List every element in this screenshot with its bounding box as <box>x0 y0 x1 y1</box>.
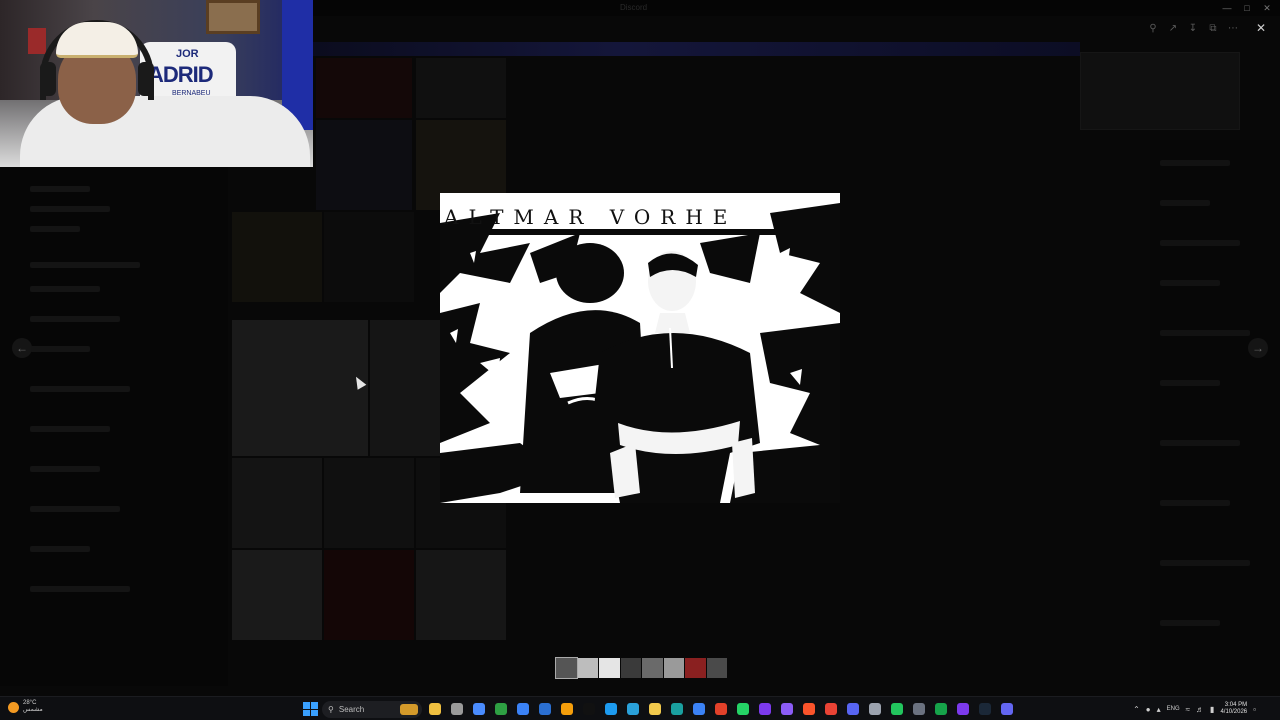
channel-sidebar <box>0 166 228 686</box>
clock-date: 4/10/2026 <box>1220 709 1248 715</box>
chevron-up-icon[interactable]: ⌃ <box>1133 705 1140 714</box>
code-icon[interactable] <box>910 700 928 718</box>
clock[interactable]: 3:04 PM 4/10/2026 <box>1220 702 1247 716</box>
chrome-icon[interactable] <box>822 700 840 718</box>
taskbar: 28°C مشمس ⚲ Search ⌃ ● ▴ ENG ≈ ♬ ▮ 3:04 … <box>0 696 1280 720</box>
tiktok-icon[interactable] <box>580 700 598 718</box>
vpn-icon[interactable] <box>998 700 1016 718</box>
chrome-orange-icon[interactable] <box>558 700 576 718</box>
window-close-icon[interactable]: ✕ <box>1260 2 1274 14</box>
arrow-left-icon: ← <box>16 341 28 355</box>
sheets-icon[interactable] <box>492 700 510 718</box>
thumbnail[interactable] <box>599 658 620 678</box>
copilot-icon[interactable] <box>470 700 488 718</box>
volume-icon[interactable]: ♬ <box>1196 705 1204 714</box>
open-external-icon[interactable]: ⧉ <box>1204 19 1222 37</box>
whatsapp-icon[interactable] <box>734 700 752 718</box>
thumbnail[interactable] <box>706 658 727 678</box>
notification-icon[interactable]: ▫ <box>1253 705 1256 714</box>
excel-icon[interactable] <box>932 700 950 718</box>
battery-icon[interactable]: ▮ <box>1210 705 1214 714</box>
clock-time: 3:04 PM <box>1224 702 1248 708</box>
folder-icon[interactable] <box>646 700 664 718</box>
window-controls: — □ ✕ <box>1220 2 1274 14</box>
download-icon[interactable]: ↧ <box>1184 19 1202 37</box>
viewer-toolbar: ⚲ ↗ ↧ ⧉ ⋯ ✕ <box>1144 19 1270 37</box>
telegram-icon[interactable] <box>624 700 642 718</box>
search-label: Search <box>338 704 365 714</box>
preview-panel <box>1080 52 1240 130</box>
maximize-icon[interactable]: □ <box>1240 2 1254 14</box>
app-violet-icon[interactable] <box>954 700 972 718</box>
thumbnail[interactable] <box>685 658 706 678</box>
channel-header <box>312 42 1080 56</box>
taskbar-apps: ⚲ Search <box>302 700 1016 718</box>
task-view-icon[interactable] <box>448 700 466 718</box>
prev-image-button[interactable]: ← <box>12 338 32 358</box>
taskbar-search[interactable]: ⚲ Search <box>322 700 422 718</box>
microphone-icon[interactable]: ● <box>1146 705 1151 714</box>
image-caption-text: ALTMAR VORHE <box>444 205 738 229</box>
network-icon[interactable]: ▴ <box>1157 705 1161 714</box>
calendar-icon[interactable] <box>514 700 532 718</box>
thumbnail[interactable] <box>555 657 578 679</box>
sun-icon <box>8 701 19 713</box>
zoom-icon[interactable]: ⚲ <box>1144 19 1162 37</box>
forward-icon[interactable]: ↗ <box>1164 19 1182 37</box>
next-image-button[interactable]: → <box>1248 338 1268 358</box>
thumbnail[interactable] <box>577 658 598 678</box>
settings-icon[interactable] <box>866 700 884 718</box>
shield-icon[interactable] <box>536 700 554 718</box>
filmstrip <box>555 657 727 679</box>
weather-desc: مشمس <box>23 707 43 713</box>
twitter-icon[interactable] <box>602 700 620 718</box>
store-icon[interactable] <box>690 700 708 718</box>
webcam-overlay: JOR ADRID BERNABEU <box>0 0 313 167</box>
xbox-icon[interactable] <box>888 700 906 718</box>
search-icon: ⚲ <box>328 704 334 714</box>
thumbnail[interactable] <box>620 658 641 678</box>
thumbnail[interactable] <box>663 658 684 678</box>
app-purple2-icon[interactable] <box>778 700 796 718</box>
member-list <box>1150 140 1280 690</box>
close-icon[interactable]: ✕ <box>1252 19 1270 37</box>
wall-picture <box>206 0 260 34</box>
image-artwork <box>440 193 840 503</box>
viewed-image: ALTMAR VORHE <box>440 193 840 503</box>
app-purple-icon[interactable] <box>756 700 774 718</box>
wifi-icon[interactable]: ≈ <box>1186 705 1190 714</box>
arrow-right-icon: → <box>1252 341 1264 355</box>
brave-icon[interactable] <box>800 700 818 718</box>
weather-temp: 28°C <box>23 700 37 706</box>
autocad-icon[interactable] <box>712 700 730 718</box>
language-indicator[interactable]: ENG <box>1167 706 1180 712</box>
file-explorer-icon[interactable] <box>426 700 444 718</box>
discord-icon[interactable] <box>844 700 862 718</box>
steam-icon[interactable] <box>976 700 994 718</box>
weather-widget[interactable]: 28°C مشمس <box>8 700 43 714</box>
thumbnail[interactable] <box>642 658 663 678</box>
app-title: Discord <box>620 3 648 12</box>
pinned-apps <box>426 700 1016 718</box>
start-button[interactable] <box>302 701 318 717</box>
more-icon[interactable]: ⋯ <box>1224 19 1242 37</box>
system-tray: ⌃ ● ▴ ENG ≈ ♬ ▮ 3:04 PM 4/10/2026 ▫ <box>1133 699 1280 719</box>
edge-icon[interactable] <box>668 700 686 718</box>
search-highlight-icon <box>400 703 418 715</box>
minimize-icon[interactable]: — <box>1220 2 1234 14</box>
